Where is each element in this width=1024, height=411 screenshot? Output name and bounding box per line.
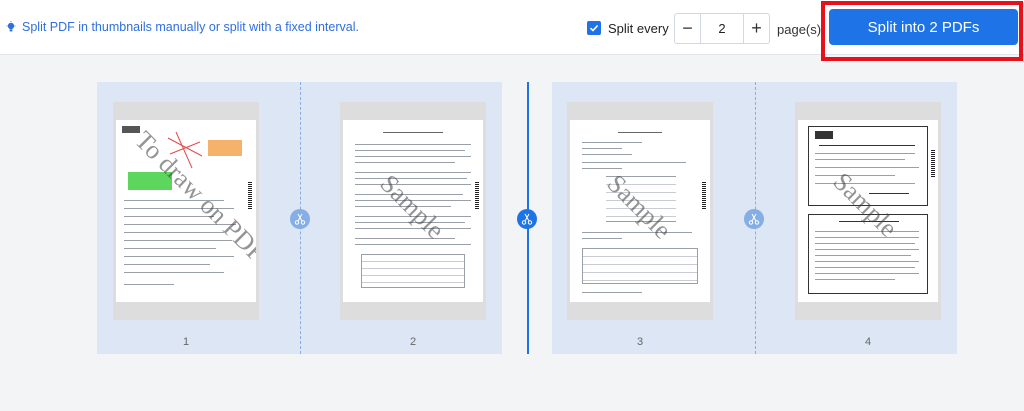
lightbulb-icon — [6, 21, 16, 32]
scissors-icon — [748, 213, 760, 225]
interval-input[interactable]: 2 — [701, 14, 743, 43]
barcode — [475, 182, 479, 210]
hint: Split PDF in thumbnails manually or spli… — [6, 20, 359, 34]
highlight-orange — [208, 140, 242, 156]
page-thumbnail-3[interactable]: Sample — [567, 102, 713, 320]
split-here-button[interactable] — [744, 209, 764, 229]
pages-unit-label: page(s) — [777, 22, 822, 37]
page-number: 3 — [636, 336, 644, 348]
split-here-button[interactable] — [290, 209, 310, 229]
split-into-pdfs-button[interactable]: Split into 2 PDFs — [829, 9, 1018, 45]
page-preview: Sample — [798, 120, 938, 302]
scissors-icon — [294, 213, 306, 225]
barcode — [248, 182, 252, 210]
barcode — [931, 150, 935, 178]
page-preview: Sample — [343, 120, 483, 302]
scissors-icon — [521, 213, 533, 225]
page-preview: Sample — [570, 120, 710, 302]
increment-button[interactable]: + — [743, 14, 769, 43]
table-block — [361, 254, 465, 288]
hint-text: Split PDF in thumbnails manually or spli… — [22, 20, 359, 34]
split-every-label: Split every — [608, 21, 669, 36]
page-thumbnail-2[interactable]: Sample — [340, 102, 486, 320]
decrement-button[interactable]: − — [675, 14, 701, 43]
table-block — [582, 248, 698, 284]
page-thumbnail-4[interactable]: Sample — [795, 102, 941, 320]
page-number: 1 — [182, 336, 190, 348]
checkmark-icon — [589, 24, 599, 32]
page-thumbnail-1[interactable]: To draw on PDF — [113, 102, 259, 320]
split-every-checkbox[interactable] — [587, 21, 601, 35]
page-watermark: Sample — [374, 168, 451, 245]
interval-stepper: − 2 + — [674, 13, 770, 44]
page-preview: To draw on PDF — [116, 120, 256, 302]
barcode — [702, 182, 706, 210]
page-number: 4 — [864, 336, 872, 348]
split-here-button-active[interactable] — [517, 209, 537, 229]
page-number: 2 — [409, 336, 417, 348]
header-block — [122, 126, 140, 133]
top-toolbar: Split PDF in thumbnails manually or spli… — [0, 0, 1024, 61]
